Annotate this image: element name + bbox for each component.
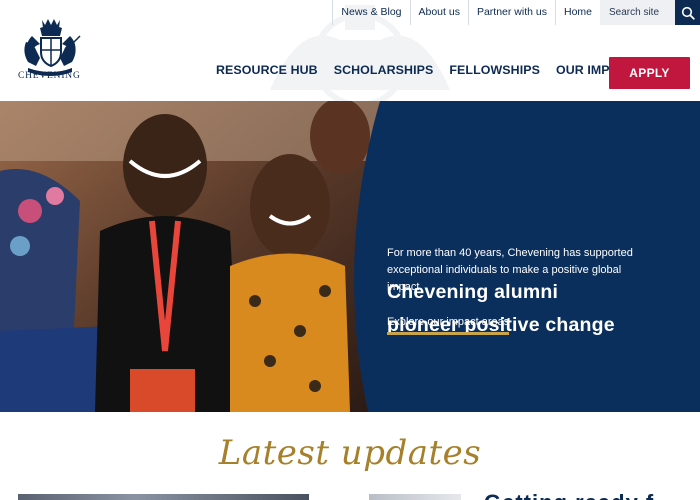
utility-nav: News & Blog About us Partner with us Hom… xyxy=(332,0,700,25)
hero-description: For more than 40 years, Chevening has su… xyxy=(387,247,633,293)
search-input[interactable] xyxy=(600,0,675,25)
explore-impact-link[interactable]: Explore our impact areas xyxy=(387,316,510,335)
search-button[interactable] xyxy=(675,0,700,25)
util-link-news-blog[interactable]: News & Blog xyxy=(332,0,409,25)
nav-resource-hub[interactable]: RESOURCE HUB xyxy=(216,63,318,77)
update-card-heading[interactable]: Getting ready f xyxy=(484,490,654,500)
nav-fellowships[interactable]: FELLOWSHIPS xyxy=(449,63,540,77)
search-icon xyxy=(681,6,695,20)
update-card-image-2[interactable] xyxy=(369,494,461,500)
site-header: CHEVENING News & Blog About us Partner w… xyxy=(0,0,700,101)
nav-scholarships[interactable]: SCHOLARSHIPS xyxy=(334,63,434,77)
main-nav: RESOURCE HUB SCHOLARSHIPS FELLOWSHIPS OU… xyxy=(216,63,635,77)
util-link-home[interactable]: Home xyxy=(554,0,600,25)
apply-button[interactable]: APPLY xyxy=(609,57,690,89)
util-link-partner[interactable]: Partner with us xyxy=(467,0,555,25)
brand-name[interactable]: CHEVENING xyxy=(18,71,81,81)
latest-updates-heading: Latest updates xyxy=(218,433,482,473)
util-link-about-us[interactable]: About us xyxy=(409,0,468,25)
update-card-image-1[interactable] xyxy=(18,494,309,500)
